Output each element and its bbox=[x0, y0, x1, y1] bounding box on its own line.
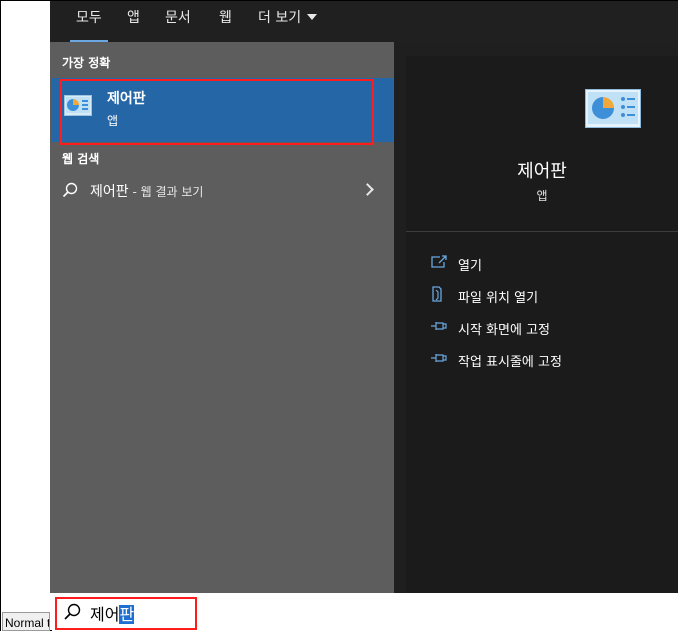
preview-panel: 제어판 앱 열기 파일 위치 열기 시작 화면에 고정 작업 표시줄에 고정 bbox=[406, 56, 678, 593]
tab-documents[interactable]: 문서 bbox=[165, 8, 191, 32]
web-search-heading: 웹 검색 bbox=[62, 152, 100, 166]
search-annotation bbox=[55, 597, 197, 630]
web-search-result[interactable]: 제어판 - 웹 결과 보기 bbox=[50, 176, 394, 206]
caret-down-icon bbox=[307, 14, 318, 20]
action-open[interactable]: 열기 bbox=[430, 252, 670, 276]
start-menu: 모두 앱 문서 웹 더 보기 가장 정확 제어판 앱 웹 검색 제어판 - 웹 … bbox=[50, 1, 678, 593]
best-match-heading: 가장 정확 bbox=[62, 56, 111, 70]
web-result-suffix: - 웹 결과 보기 bbox=[128, 185, 204, 199]
file-location-icon bbox=[432, 286, 442, 302]
control-panel-icon bbox=[585, 89, 641, 128]
background-document bbox=[1, 1, 50, 631]
action-open-file-location-label: 파일 위치 열기 bbox=[458, 291, 539, 306]
tab-web[interactable]: 웹 bbox=[219, 8, 232, 32]
preview-app-type: 앱 bbox=[536, 189, 548, 203]
action-open-file-location[interactable]: 파일 위치 열기 bbox=[430, 284, 670, 308]
style-label: Normal t bbox=[2, 612, 50, 631]
search-box[interactable]: 제어판 bbox=[52, 593, 678, 631]
tab-more-label: 더 보기 bbox=[258, 10, 302, 26]
results-panel: 가장 정확 제어판 앱 웹 검색 제어판 - 웹 결과 보기 bbox=[50, 42, 394, 593]
filter-tabs: 모두 앱 문서 웹 더 보기 bbox=[50, 1, 678, 43]
tab-all[interactable]: 모두 bbox=[70, 8, 108, 43]
pin-icon bbox=[431, 322, 447, 330]
action-pin-to-start[interactable]: 시작 화면에 고정 bbox=[430, 316, 670, 340]
search-icon bbox=[62, 182, 78, 198]
action-open-label: 열기 bbox=[458, 259, 482, 274]
pin-icon bbox=[431, 354, 447, 362]
tab-more[interactable]: 더 보기 bbox=[258, 8, 318, 32]
best-match-annotation bbox=[60, 79, 374, 145]
web-result-query: 제어판 bbox=[90, 184, 129, 200]
web-result-text: 제어판 - 웹 결과 보기 bbox=[90, 181, 203, 201]
panel-gap bbox=[394, 42, 406, 593]
action-pin-to-start-label: 시작 화면에 고정 bbox=[458, 323, 550, 338]
action-pin-to-taskbar-label: 작업 표시줄에 고정 bbox=[458, 355, 562, 370]
chevron-right-icon[interactable] bbox=[361, 183, 374, 196]
action-pin-to-taskbar[interactable]: 작업 표시줄에 고정 bbox=[430, 348, 670, 372]
open-icon bbox=[431, 255, 447, 268]
tab-apps[interactable]: 앱 bbox=[127, 8, 140, 32]
preview-divider bbox=[406, 231, 678, 232]
preview-app-name: 제어판 bbox=[517, 161, 567, 182]
